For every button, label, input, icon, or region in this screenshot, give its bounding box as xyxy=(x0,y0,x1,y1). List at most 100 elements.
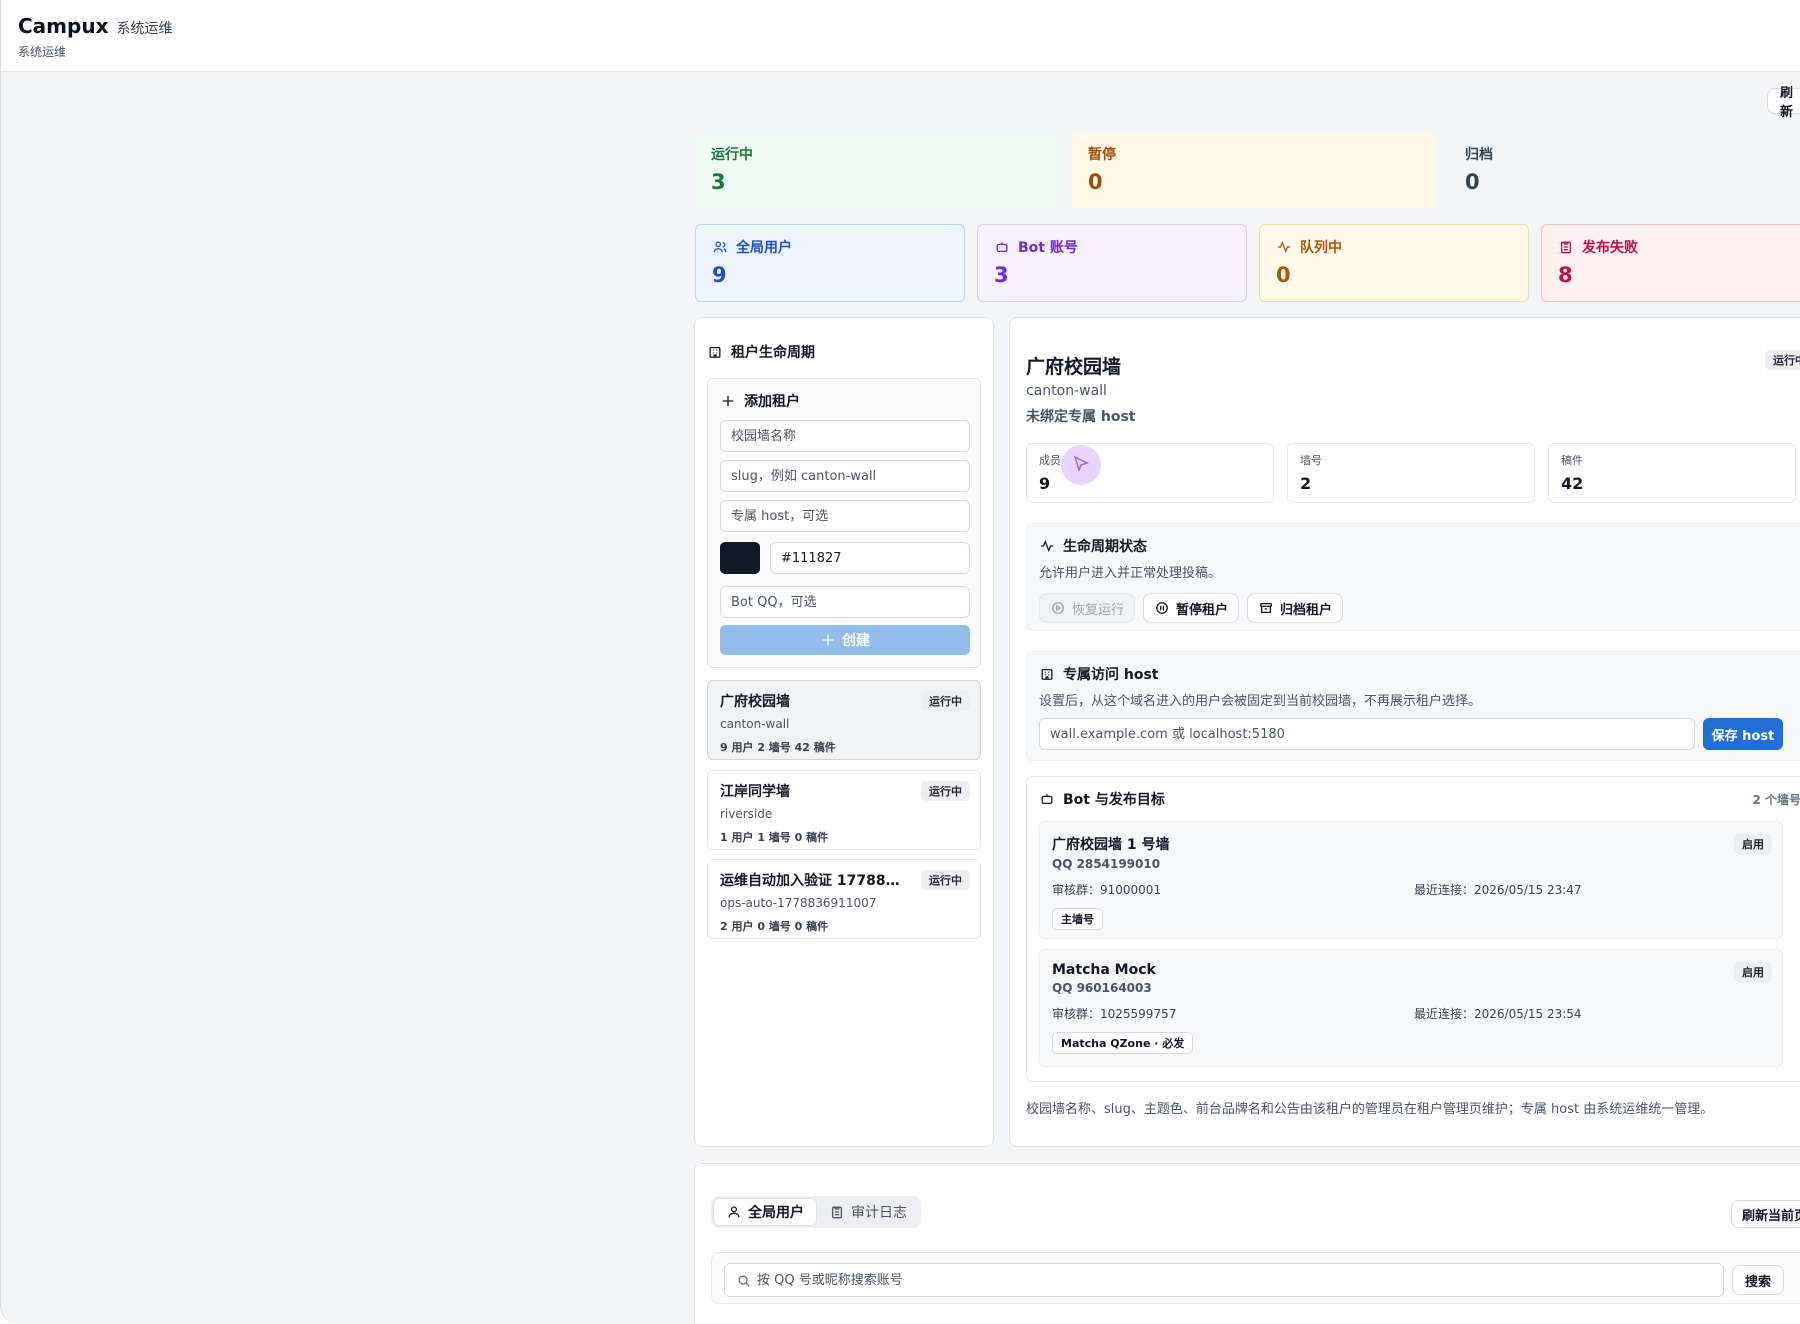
search-button[interactable]: 搜索 xyxy=(1732,1265,1785,1295)
plus-icon xyxy=(720,393,736,409)
metric-label: Bot 账号 xyxy=(1018,240,1078,256)
last-connected: 最近连接：2026/05/15 23:54 xyxy=(1414,1007,1582,1021)
bot-qq: QQ 960164003 xyxy=(1052,981,1152,995)
cursor-icon xyxy=(1073,455,1089,471)
status-badge: 运行中 xyxy=(921,781,970,801)
bot-item: Matcha Mock QQ 960164003 审核群：1025599757 … xyxy=(1039,949,1783,1067)
bot-qq: QQ 2854199010 xyxy=(1052,857,1161,871)
tenant-slug-input[interactable] xyxy=(720,460,970,492)
metric-publish-failed: 发布失败 8 xyxy=(1541,224,1800,302)
footnote: 校园墙名称、slug、主题色、前台品牌名和公告由该租户的管理员在租户管理页维护；… xyxy=(1026,1102,1714,1117)
enabled-badge: 启用 xyxy=(1734,834,1772,854)
stat-value: 42 xyxy=(1561,474,1584,493)
review-group: 审核群：1025599757 xyxy=(1052,1007,1177,1021)
section-title-text: 租户生命周期 xyxy=(731,345,815,361)
tenant-slug: ops-auto-1778836911007 xyxy=(720,896,877,910)
host-title-text: 专属访问 host xyxy=(1063,667,1159,683)
users-icon xyxy=(712,239,728,255)
bot-title-text: Bot 与发布目标 xyxy=(1063,792,1165,808)
tenant-slug: canton-wall xyxy=(720,717,790,731)
status-badge: 运行中 xyxy=(921,691,970,711)
tenant-name: 广府校园墙 xyxy=(720,694,790,710)
metric-bot-accounts: Bot 账号 3 xyxy=(977,224,1247,302)
create-button[interactable]: 创建 xyxy=(720,625,970,655)
metric-value: 8 xyxy=(1558,263,1573,287)
host-title: 专属访问 host xyxy=(1039,664,1800,684)
stat-label: 暂停 xyxy=(1088,147,1116,163)
bot-item: 广府校园墙 1 号墙 QQ 2854199010 审核群：91000001 最近… xyxy=(1039,821,1783,939)
search-input[interactable] xyxy=(724,1263,1724,1297)
host-input[interactable] xyxy=(1039,718,1695,750)
tenant-list-item[interactable]: 江岸同学墙 riverside 1 用户 1 墙号 0 稿件 运行中 xyxy=(707,770,981,850)
archive-tenant-button[interactable]: 归档租户 xyxy=(1247,593,1344,623)
app-window: Campux 系统运维 系统运维 刷新 运行中 3 暂停 0 归档 0 全局用户… xyxy=(0,0,1800,1324)
tenant-counts: 1 用户 1 墙号 0 稿件 xyxy=(720,831,829,844)
tab-global-users[interactable]: 全局用户 xyxy=(713,1198,817,1226)
tenant-name-input[interactable] xyxy=(720,420,970,452)
archive-label: 归档租户 xyxy=(1280,602,1333,618)
tenant-list-item[interactable]: 运维自动加入验证 1778836... ops-auto-17788369110… xyxy=(707,859,981,939)
color-hex-input[interactable] xyxy=(770,542,970,574)
clipboard-icon xyxy=(829,1204,845,1220)
resume-button[interactable]: 恢复运行 xyxy=(1039,593,1136,623)
metric-label: 队列中 xyxy=(1300,240,1342,256)
tenant-list-item[interactable]: 广府校园墙 canton-wall 9 用户 2 墙号 42 稿件 运行中 xyxy=(707,680,981,760)
stat-value: 3 xyxy=(711,170,726,194)
plus-icon xyxy=(820,632,836,648)
tenant-name: 运维自动加入验证 1778836... xyxy=(720,873,905,889)
building-icon xyxy=(1039,666,1055,682)
pause-circle-icon xyxy=(1154,600,1170,616)
refresh-current-page-button[interactable]: 刷新当前页 xyxy=(1730,1200,1800,1228)
tab-label: 全局用户 xyxy=(748,1205,804,1221)
metric-value: 9 xyxy=(712,263,727,287)
stat-running: 运行中 3 xyxy=(695,132,1059,208)
host-panel: 专属访问 host 设置后，从这个域名进入的用户会被固定到当前校园墙，不再展示租… xyxy=(1026,651,1800,761)
status-badge: 运行中 xyxy=(921,870,970,890)
stat-paused: 暂停 0 xyxy=(1072,132,1436,208)
create-label: 创建 xyxy=(842,633,870,649)
status-badge: 运行中 xyxy=(1765,350,1800,370)
lifecycle-panel: 生命周期状态 允许用户进入并正常处理投稿。 恢复运行 暂停租户 归档租户 xyxy=(1026,523,1800,631)
lifecycle-title-text: 生命周期状态 xyxy=(1063,539,1147,555)
stat-label: 墙号 xyxy=(1300,454,1322,467)
stat-value: 2 xyxy=(1300,474,1312,493)
wall-count: 2 个墙号 xyxy=(1752,793,1800,807)
user-icon xyxy=(726,1204,742,1220)
add-tenant-label: 添加租户 xyxy=(744,394,800,410)
section-title: 租户生命周期 xyxy=(707,342,815,362)
stat-label: 稿件 xyxy=(1561,454,1583,467)
stat-walls: 墙号 2 xyxy=(1287,443,1535,503)
bot-qq-input[interactable] xyxy=(720,586,970,618)
bot-name: Matcha Mock xyxy=(1052,962,1156,978)
tenant-host-input[interactable] xyxy=(720,500,970,532)
metric-label: 全局用户 xyxy=(736,240,792,256)
tenant-slug: riverside xyxy=(720,807,773,821)
tab-label: 审计日志 xyxy=(851,1205,907,1221)
tab-audit-log[interactable]: 审计日志 xyxy=(817,1198,919,1226)
color-swatch[interactable] xyxy=(720,542,760,574)
metric-value: 3 xyxy=(994,263,1009,287)
search-icon xyxy=(736,1273,752,1289)
mouse-cursor-highlight xyxy=(1061,445,1101,485)
lifecycle-title: 生命周期状态 xyxy=(1039,536,1800,556)
bot-targets-panel: Bot 与发布目标 2 个墙号 广府校园墙 1 号墙 QQ 2854199010… xyxy=(1026,776,1800,1082)
pause-tenant-button[interactable]: 暂停租户 xyxy=(1143,593,1240,623)
stat-label: 运行中 xyxy=(711,147,753,163)
bot-icon xyxy=(1039,791,1055,807)
search-bar: 搜索 xyxy=(711,1252,1800,1304)
host-desc: 设置后，从这个域名进入的用户会被固定到当前校园墙，不再展示租户选择。 xyxy=(1039,694,1482,709)
activity-icon xyxy=(1039,538,1055,554)
clipboard-icon xyxy=(1558,239,1574,255)
metric-global-users: 全局用户 9 xyxy=(695,224,965,302)
metric-value: 0 xyxy=(1276,263,1291,287)
refresh-button[interactable]: 刷新 xyxy=(1767,86,1800,120)
add-tenant-title: 添加租户 xyxy=(720,391,800,411)
review-group: 审核群：91000001 xyxy=(1052,883,1162,897)
bot-tag: Matcha QZone · 必发 xyxy=(1052,1032,1194,1054)
activity-icon xyxy=(1276,239,1292,255)
lifecycle-desc: 允许用户进入并正常处理投稿。 xyxy=(1039,566,1222,581)
stat-value: 0 xyxy=(1465,170,1480,194)
stat-posts: 稿件 42 xyxy=(1548,443,1796,503)
save-host-button[interactable]: 保存 host xyxy=(1703,718,1783,750)
bot-title: Bot 与发布目标 xyxy=(1039,789,1800,809)
